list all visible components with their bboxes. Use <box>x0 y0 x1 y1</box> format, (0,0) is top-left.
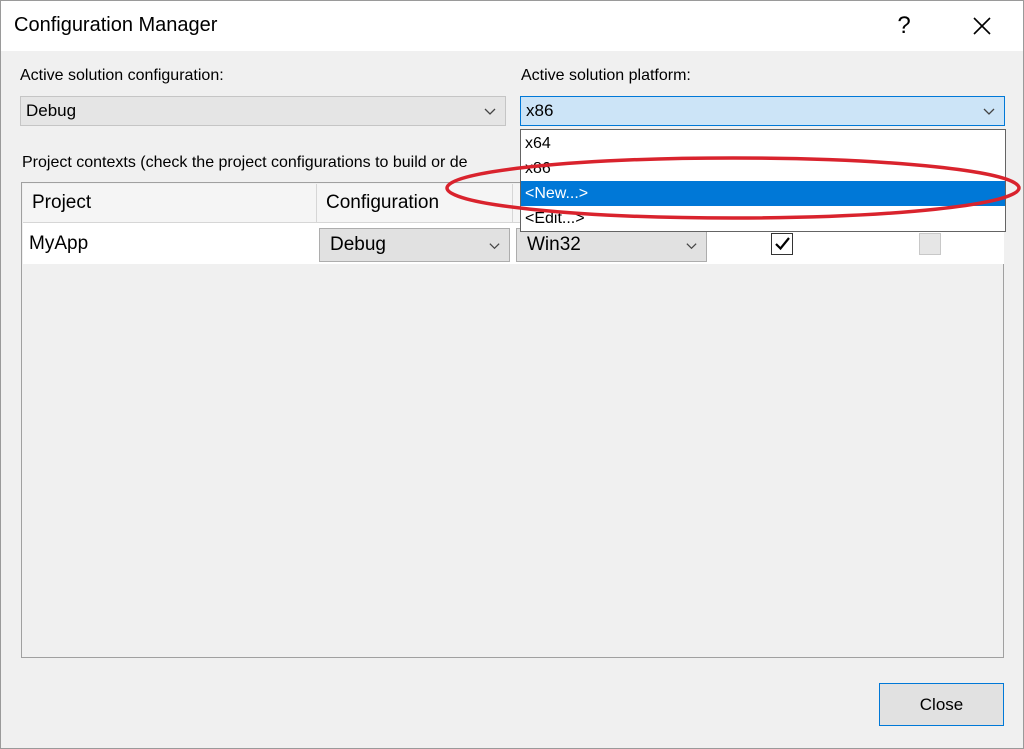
active-platform-label: Active solution platform: <box>521 67 691 84</box>
platform-option-new[interactable]: <New...> <box>521 181 1005 206</box>
project-name: MyApp <box>29 233 89 254</box>
active-platform-value: x86 <box>526 101 554 120</box>
project-configuration-combo[interactable]: Debug <box>319 228 510 262</box>
active-config-value: Debug <box>26 101 77 120</box>
configuration-manager-dialog: Configuration Manager ? Active solution … <box>0 0 1024 749</box>
column-header-project[interactable]: Project <box>23 184 317 223</box>
project-platform-combo[interactable]: Win32 <box>516 228 707 262</box>
project-name-cell: MyApp <box>23 224 317 264</box>
close-icon <box>973 17 991 35</box>
chevron-down-icon <box>983 108 995 115</box>
deploy-checkbox[interactable] <box>919 233 941 255</box>
chevron-down-icon <box>489 243 500 250</box>
platform-dropdown-list: x64 x86 <New...> <Edit...> <box>520 129 1006 232</box>
active-config-label: Active solution configuration: <box>20 67 224 84</box>
platform-option-edit[interactable]: <Edit...> <box>521 206 1005 231</box>
project-platform-value: Win32 <box>527 234 581 255</box>
chevron-down-icon <box>686 243 697 250</box>
title-bar: Configuration Manager ? <box>1 1 1023 51</box>
check-icon <box>775 237 790 251</box>
active-platform-combo[interactable]: x86 <box>520 96 1005 126</box>
project-configuration-value: Debug <box>330 234 386 255</box>
window-title: Configuration Manager <box>14 14 218 36</box>
help-icon: ? <box>897 12 911 39</box>
chevron-down-icon <box>484 108 496 115</box>
platform-option-x86[interactable]: x86 <box>521 156 1005 181</box>
help-button[interactable]: ? <box>881 5 927 47</box>
platform-option-x64[interactable]: x64 <box>521 131 1005 156</box>
project-contexts-grid: Project Configuration MyApp Debug Win32 <box>21 182 1004 658</box>
build-checkbox[interactable] <box>771 233 793 255</box>
column-header-configuration[interactable]: Configuration <box>317 184 513 223</box>
project-contexts-label: Project contexts (check the project conf… <box>22 154 468 171</box>
close-button[interactable]: Close <box>879 683 1004 726</box>
active-config-combo[interactable]: Debug <box>20 96 506 126</box>
window-close-button[interactable] <box>959 5 1005 47</box>
